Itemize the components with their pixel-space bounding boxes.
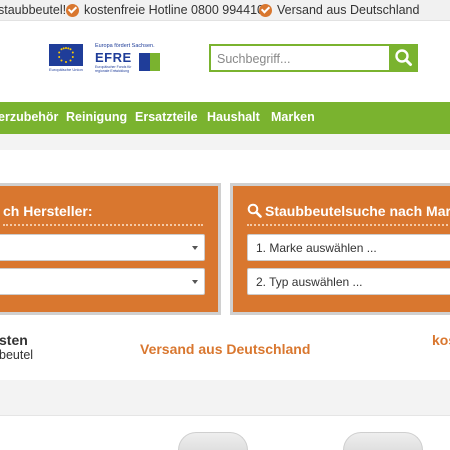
topbar-text-1: staubbeutel! [0,3,67,17]
type-select[interactable]: 2. Typ auswählen ... [247,268,450,295]
nav-item-haushalt[interactable]: Haushalt [207,110,260,124]
check-icon [66,3,79,17]
chevron-down-icon [192,280,198,284]
manufacturer-select[interactable] [0,234,205,261]
eu-flag-logo [49,44,83,66]
search-icon [247,203,262,218]
topbar-item-shipping: Versand aus Deutschland [259,3,419,17]
check-icon [259,3,272,17]
search-by-manufacturer-panel: ch Hersteller: [0,183,221,315]
topbar-item-hotline: kostenfreie Hotline 0800 9944100 [66,3,271,17]
efre-logo-text: EFRE [95,50,132,65]
eu-caption: Europäische Union [49,67,83,72]
nav-item-marken[interactable]: Marken [271,110,315,124]
search-button[interactable] [389,44,418,72]
panel-title-manufacturer: ch Hersteller: [3,203,93,219]
product-image[interactable] [178,432,248,450]
panel-divider [247,224,450,226]
efre-flag-icon [139,53,150,71]
topbar-item-staubbeutel: staubbeutel! [0,3,66,17]
efre-subtitle: Europäischer Fonds für regionale Entwick… [95,65,132,73]
brand-select[interactable]: 1. Marke auswählen ... [247,234,450,261]
nav-item-ersatzteile[interactable]: Ersatzteile [135,110,198,124]
efre-tagline: Europa fördert Sachsen. [95,43,155,49]
top-info-bar: staubbeutel! kostenfreie Hotline 0800 99… [0,0,450,21]
bag-search-panel: Staubbeutelsuche nach Mar 1. Marke auswä… [230,183,450,315]
search-icon [395,49,412,66]
panel-divider [3,224,203,226]
topbar-text-3: Versand aus Deutschland [277,3,420,17]
info-shipping-text: Versand aus Deutschland [140,341,311,357]
efre-green-icon [150,53,160,71]
nav-item-reinigung[interactable]: Reinigung [66,110,127,124]
page: staubbeutel! kostenfreie Hotline 0800 99… [0,0,450,450]
info-left-subtitle: beutel [0,348,34,362]
chevron-down-icon [192,246,198,250]
info-left-title: sten [0,332,28,348]
product-image[interactable] [343,432,423,450]
search-input[interactable]: Suchbegriff... [209,44,391,72]
model-select[interactable] [0,268,205,295]
main-navigation: erzubehör Reinigung Ersatzteile Haushalt… [0,102,450,134]
panel-title-bag-search: Staubbeutelsuche nach Mar [265,203,450,219]
topbar-text-2: kostenfreie Hotline 0800 9944100 [84,3,271,17]
info-right-text: kos [432,332,450,348]
nav-item-zubehoer[interactable]: erzubehör [0,110,58,124]
